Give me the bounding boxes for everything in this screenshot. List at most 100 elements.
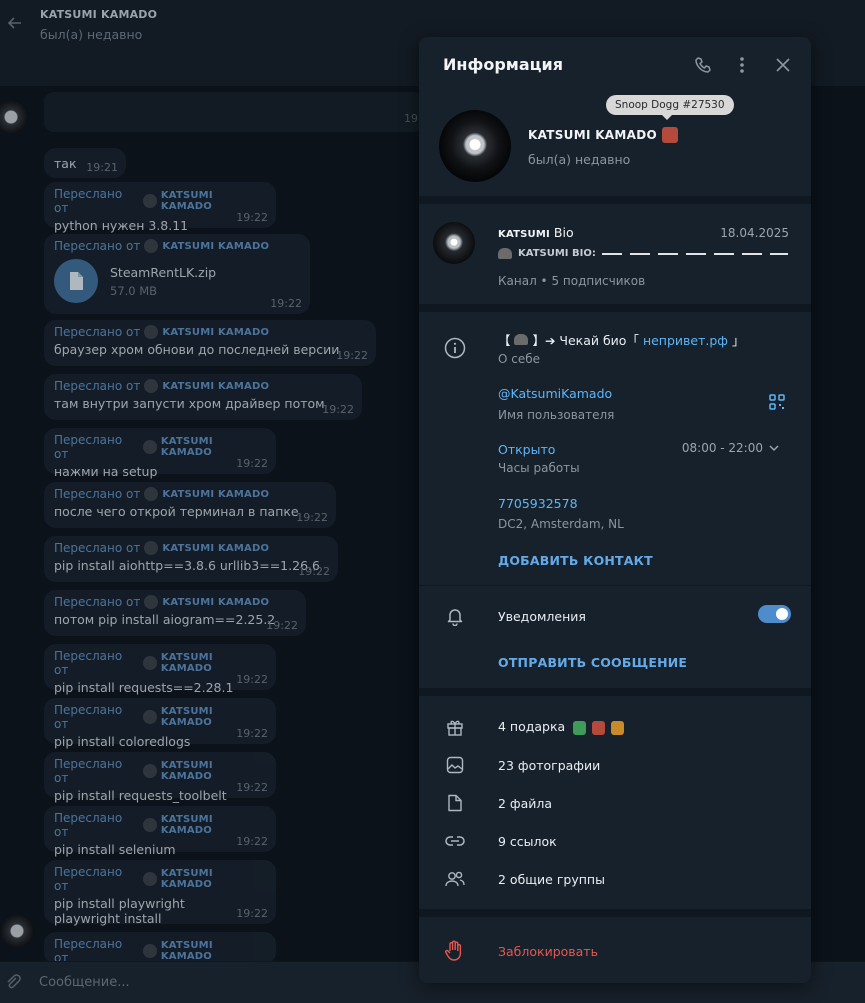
forwarded-header[interactable]: Переслано от KATSUMI KAMADO xyxy=(54,325,366,339)
forward-avatar xyxy=(143,818,157,832)
add-contact-button[interactable]: ДОБАВИТЬ КОНТАКТ xyxy=(498,553,653,568)
message-bubble[interactable]: Переслано от KATSUMI KAMADO pip install a… xyxy=(44,536,338,582)
message-bubble[interactable]: Переслано от KATSUMI KAMADO браузер хром … xyxy=(44,320,376,366)
photos-row[interactable]: 23 фотографии xyxy=(419,747,811,783)
preview-dashes xyxy=(601,252,788,255)
groups-icon xyxy=(444,868,466,890)
photo-icon xyxy=(444,754,466,776)
message-bubble[interactable]: Переслано от KATSUMI KAMADO pip install c… xyxy=(44,698,276,749)
chat-status: был(а) недавно xyxy=(40,27,143,42)
gifts-row[interactable]: 4 подарка xyxy=(419,709,811,745)
message-time: 19:22 xyxy=(236,457,268,470)
gift-icon xyxy=(444,716,466,738)
chevron-down-icon xyxy=(769,445,779,452)
link-icon xyxy=(444,830,466,852)
notifications-toggle[interactable] xyxy=(758,605,791,623)
message-text: нажми на setup xyxy=(54,464,158,479)
forward-avatar xyxy=(144,325,159,339)
profile-avatar[interactable] xyxy=(439,110,511,182)
message-bubble[interactable]: Переслано от KATSUMI KAMADO pip install p… xyxy=(44,860,276,926)
hours-range-dropdown[interactable]: 08:00 - 22:00 xyxy=(682,441,779,455)
message-time: 19:22 xyxy=(322,403,354,416)
forward-avatar xyxy=(143,440,157,454)
common-groups-row[interactable]: 2 общие группы xyxy=(419,861,811,897)
sender-avatar[interactable] xyxy=(0,100,28,134)
divider xyxy=(419,585,811,586)
more-vertical-icon[interactable] xyxy=(731,54,753,76)
message-text: там внутри запусти хром драйвер потом xyxy=(54,396,325,411)
emoji-status-icon[interactable] xyxy=(662,127,678,143)
gift-emojis xyxy=(573,720,625,735)
attach-paperclip-icon[interactable] xyxy=(4,973,22,996)
forwarded-header[interactable]: Переслано от KATSUMI KAMADO xyxy=(54,703,266,731)
message-bubble[interactable]: Переслано от KATSUMI KAMADO pip install r… xyxy=(44,752,276,803)
block-user-button[interactable]: Заблокировать xyxy=(498,944,598,959)
file-download-icon[interactable] xyxy=(54,259,98,303)
section-separator xyxy=(419,688,811,696)
forward-avatar xyxy=(143,194,157,208)
message-bubble[interactable]: Переслано от KATSUMI KAMADO потом pip ins… xyxy=(44,590,306,636)
bio-link[interactable]: непривет.рф xyxy=(643,333,728,348)
forward-avatar xyxy=(144,541,159,555)
forwarded-header[interactable]: Переслано от KATSUMI KAMADO xyxy=(54,487,326,501)
username-value[interactable]: @KatsumiKamado xyxy=(498,386,612,401)
message-time: 19:22 xyxy=(266,619,298,632)
message-time: 19:21 xyxy=(86,161,118,174)
channel-post-date: 18.04.2025 xyxy=(720,226,789,240)
message-bubble[interactable]: Переслано от KATSUMI KAMADO нажми на setu… xyxy=(44,428,276,479)
forwarded-header[interactable]: Переслано от KATSUMI KAMADO xyxy=(54,541,328,555)
phone-number[interactable]: 7705932578 xyxy=(498,496,578,511)
links-row[interactable]: 9 ссылок xyxy=(419,823,811,859)
message-bubble[interactable]: Переслано от KATSUMI KAMADO pip install r… xyxy=(44,644,276,695)
forwarded-header[interactable]: Переслано от KATSUMI KAMADO xyxy=(54,433,266,461)
files-row[interactable]: 2 файла xyxy=(419,785,811,821)
message-input[interactable]: Сообщение... xyxy=(39,975,130,990)
message-time: 19:22 xyxy=(296,511,328,524)
message-text: python нужен 3.8.11 xyxy=(54,218,189,233)
forward-avatar xyxy=(143,710,157,724)
date-fragment: 19 xyxy=(44,92,424,132)
panel-header: Информация xyxy=(419,37,811,93)
message-text: браузер хром обнови до последней версии xyxy=(54,342,340,357)
send-message-button[interactable]: ОТПРАВИТЬ СООБЩЕНИЕ xyxy=(498,655,687,670)
profile-name: KATSUMI KAMADO xyxy=(528,127,678,143)
message-time: 19:22 xyxy=(236,727,268,740)
back-arrow-icon[interactable] xyxy=(6,14,24,32)
forwarded-header[interactable]: Переслано от KATSUMI KAMADO xyxy=(54,187,266,215)
forwarded-header[interactable]: Переслано от KATSUMI KAMADO xyxy=(54,757,266,785)
hours-status[interactable]: Открыто xyxy=(498,442,555,457)
qr-code-icon[interactable] xyxy=(769,394,785,414)
chat-title[interactable]: KATSUMI KAMADO xyxy=(40,8,157,21)
file-name[interactable]: SteamRentLK.zip xyxy=(110,265,216,280)
forwarded-header[interactable]: Переслано от KATSUMI KAMADO xyxy=(54,865,266,893)
sender-avatar[interactable] xyxy=(0,914,34,948)
forwarded-header[interactable]: Переслано от KATSUMI KAMADO xyxy=(54,379,352,393)
channel-title[interactable]: KATSUMI Bio xyxy=(498,225,574,240)
forwarded-header[interactable]: Переслано от KATSUMI KAMADO xyxy=(54,239,300,253)
message-bubble[interactable]: Переслано от KATSUMI KAMADO pip install s… xyxy=(44,806,276,857)
close-icon[interactable] xyxy=(772,54,794,76)
message-time: 19:22 xyxy=(236,673,268,686)
forwarded-header[interactable]: Переслано от KATSUMI KAMADO xyxy=(54,649,266,677)
message-bubble[interactable]: так 19:21 xyxy=(44,148,126,178)
black-heart-icon xyxy=(514,334,529,345)
message-time: 19:22 xyxy=(270,297,302,310)
forwarded-header[interactable]: Переслано от KATSUMI KAMADO xyxy=(54,595,296,609)
forward-avatar xyxy=(143,656,157,670)
file-message-bubble[interactable]: Переслано от KATSUMI KAMADO SteamRentLK.z… xyxy=(44,234,310,314)
common-groups-label: 2 общие группы xyxy=(498,872,605,887)
message-time: 19:22 xyxy=(236,907,268,920)
toggle-knob xyxy=(776,608,788,620)
message-bubble[interactable]: Переслано от KATSUMI KAMADO там внутри за… xyxy=(44,374,362,420)
message-time: 19:22 xyxy=(298,565,330,578)
phone-call-icon[interactable] xyxy=(692,54,714,76)
section-separator xyxy=(419,304,811,312)
forward-avatar xyxy=(144,595,159,609)
message-bubble[interactable]: Переслано от KATSUMI KAMADO после чего от… xyxy=(44,482,336,528)
message-bubble[interactable]: Переслано от KATSUMI KAMADO python нужен … xyxy=(44,182,276,233)
message-time: 19:22 xyxy=(236,835,268,848)
channel-avatar[interactable] xyxy=(433,222,475,264)
message-bubble[interactable]: Переслано от KATSUMI KAMADO xyxy=(44,932,276,965)
forwarded-header[interactable]: Переслано от KATSUMI KAMADO xyxy=(54,811,266,839)
forward-avatar xyxy=(143,764,157,778)
